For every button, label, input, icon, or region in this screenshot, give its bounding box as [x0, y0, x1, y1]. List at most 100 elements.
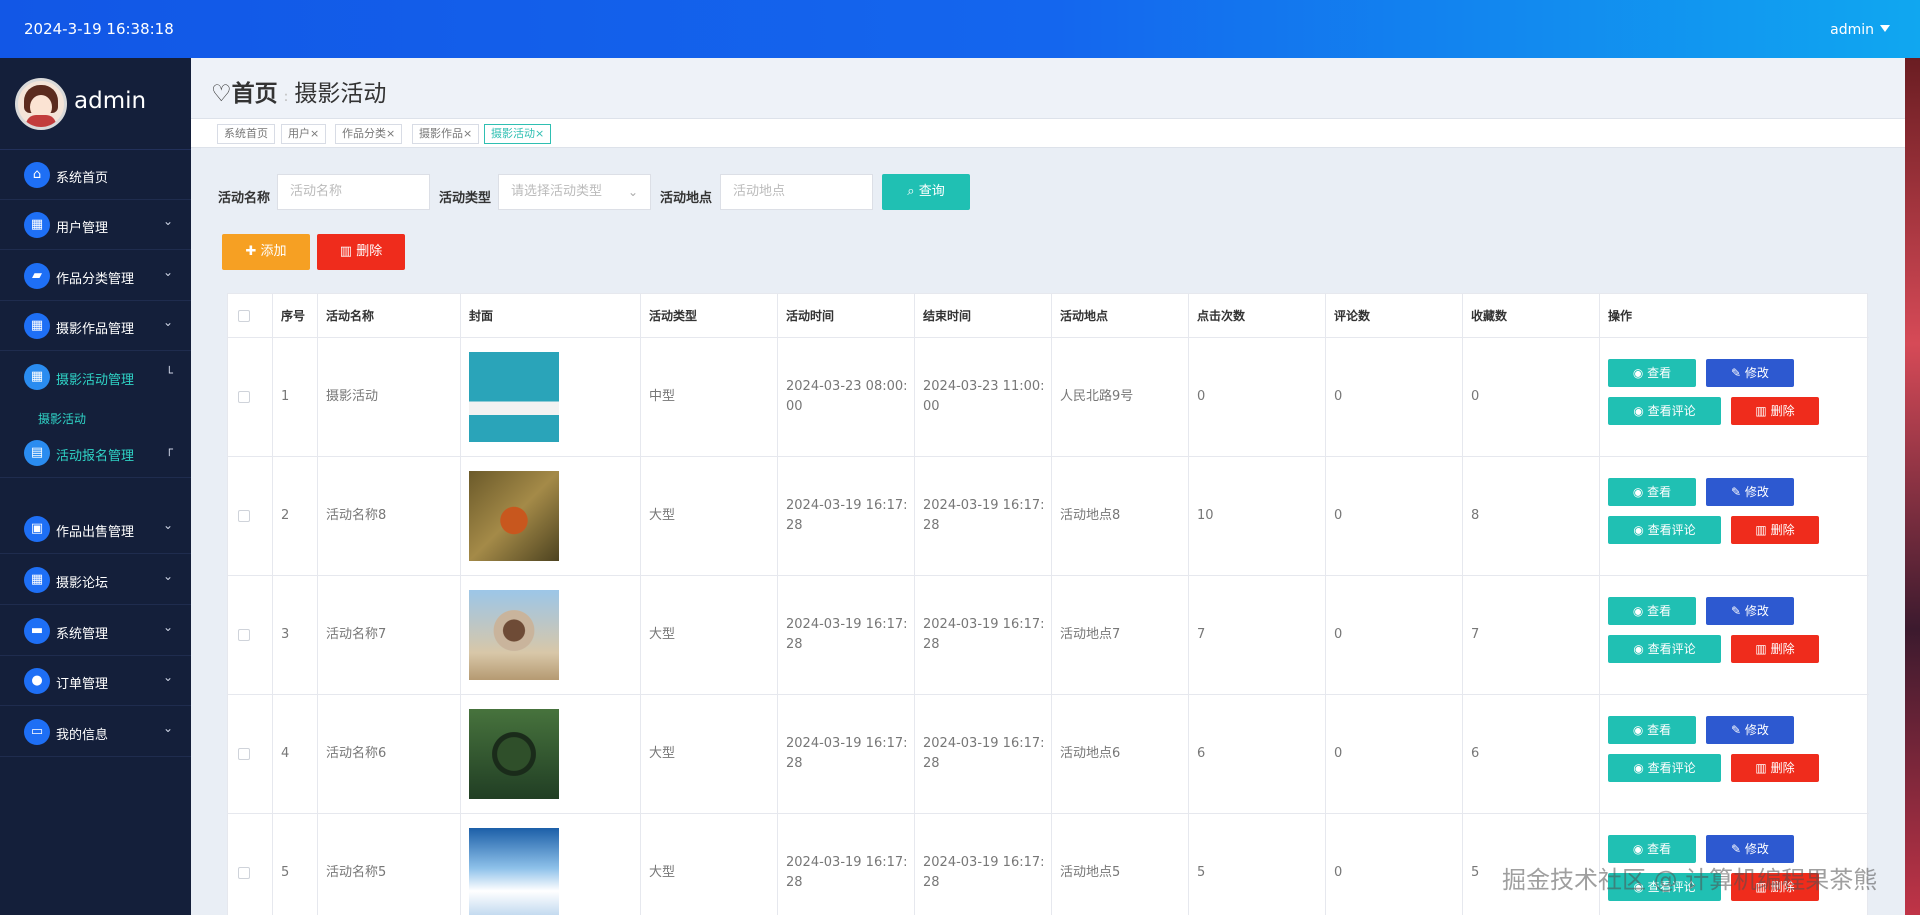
tab-0[interactable]: 系统首页: [217, 124, 275, 144]
cell-type: 中型: [641, 338, 778, 456]
sidebar-item-6[interactable]: ▣ 作品出售管理 ⌄: [0, 504, 191, 554]
breadcrumb-separator: :: [283, 89, 289, 105]
row-checkbox[interactable]: [238, 867, 250, 879]
cell-value: 2024-03-23 11:00:00: [923, 379, 1045, 414]
eye-icon: ◉: [1633, 761, 1648, 775]
home-icon: ⌂: [24, 162, 50, 188]
cell-location: 人民北路9号: [1052, 338, 1189, 456]
sidebar-item-7[interactable]: ▦ 摄影论坛 ⌄: [0, 555, 191, 605]
column-header: 活动时间: [778, 294, 915, 337]
cell-end: 2024-03-19 16:17:28: [915, 695, 1052, 813]
sidebar-item-1[interactable]: ▦ 用户管理 ⌄: [0, 200, 191, 250]
batch-delete-button[interactable]: ▥ 删除: [317, 234, 405, 270]
edit-button[interactable]: ✎ 修改: [1706, 478, 1794, 506]
sidebar-item-2[interactable]: ▰ 作品分类管理 ⌄: [0, 251, 191, 301]
plus-icon: ✚: [245, 244, 261, 259]
row-delete-button[interactable]: ▥ 删除: [1731, 516, 1819, 544]
tags-bar: 系统首页 用户× 作品分类× 摄影作品× 摄影活动×: [191, 118, 1920, 148]
select-all-cell: [228, 294, 273, 337]
cell-value: 8: [1471, 508, 1480, 523]
sidebar-item-9[interactable]: ● 订单管理 ⌄: [0, 656, 191, 706]
activity-name-input[interactable]: 活动名称: [277, 174, 430, 210]
view-comments-label: 查看评论: [1647, 404, 1696, 418]
activity-location-input[interactable]: 活动地点: [720, 174, 873, 210]
view-comments-button[interactable]: ◉ 查看评论: [1608, 397, 1721, 425]
row-delete-button[interactable]: ▥ 删除: [1731, 397, 1819, 425]
edit-button[interactable]: ✎ 修改: [1706, 835, 1794, 863]
category-icon: ▰: [24, 263, 50, 289]
query-button[interactable]: ⌕ 查询: [882, 174, 970, 210]
cell-name: 活动名称7: [318, 576, 461, 694]
sidebar-item-3[interactable]: ▦ 摄影作品管理 ⌄: [0, 301, 191, 351]
add-button-label: 添加: [260, 244, 287, 259]
sidebar-item-0[interactable]: ⌂ 系统首页: [0, 150, 191, 200]
view-button[interactable]: ◉ 查看: [1608, 359, 1696, 387]
cell-name: 活动名称5: [318, 814, 461, 915]
cell-clicks: 0: [1189, 338, 1326, 456]
tab-1[interactable]: 用户×: [281, 124, 327, 144]
row-checkbox[interactable]: [238, 510, 250, 522]
select-all-checkbox[interactable]: [238, 309, 250, 322]
sidebar-item-label: 作品分类管理: [56, 272, 135, 287]
tab-4[interactable]: 摄影活动×: [484, 124, 552, 144]
cell-start: 2024-03-19 16:17:28: [778, 576, 915, 694]
cell-value: 大型: [649, 746, 676, 761]
view-comments-button[interactable]: ◉ 查看评论: [1608, 635, 1721, 663]
row-delete-button[interactable]: ▥ 删除: [1731, 754, 1819, 782]
cell-no: 5: [273, 814, 318, 915]
user-menu[interactable]: admin: [1830, 22, 1890, 38]
sidebar-subitem-photo-activity[interactable]: 摄影活动: [38, 410, 86, 427]
tab-3[interactable]: 摄影作品×: [412, 124, 480, 144]
row-checkbox[interactable]: [238, 629, 250, 641]
table-row: 4 活动名称6 大型 2024-03-19 16:17:28 2024-03-19 16…: [228, 695, 1869, 814]
row-delete-label: 删除: [1770, 404, 1795, 418]
column-header: 点击次数: [1189, 294, 1326, 337]
table-row: 1 摄影活动 中型 2024-03-23 08:00:00 2024-03-23 11:…: [228, 338, 1869, 457]
cell-value: 5: [281, 865, 290, 880]
sidebar-item-4[interactable]: ▦ 摄影活动管理 └: [0, 352, 191, 402]
cell-type: 大型: [641, 576, 778, 694]
sidebar-item-8[interactable]: ▬ 系统管理 ⌄: [0, 606, 191, 656]
breadcrumb-home[interactable]: 首页: [232, 81, 278, 107]
cell-value: 活动地点8: [1060, 508, 1121, 523]
collapse-icon: └: [165, 366, 173, 380]
cell-comments: 0: [1326, 338, 1463, 456]
breadcrumb-current: 摄影活动: [294, 81, 387, 107]
row-checkbox[interactable]: [238, 391, 250, 403]
row-delete-button[interactable]: ▥ 删除: [1731, 635, 1819, 663]
view-button-label: 查看: [1647, 485, 1672, 499]
view-button[interactable]: ◉ 查看: [1608, 835, 1696, 863]
view-comments-button[interactable]: ◉ 查看评论: [1608, 754, 1721, 782]
edit-button[interactable]: ✎ 修改: [1706, 716, 1794, 744]
sidebar-item-5[interactable]: ▤ 活动报名管理 ┌: [0, 428, 191, 478]
cell-value: 2024-03-19 16:17:28: [786, 736, 908, 771]
add-button[interactable]: ✚ 添加: [222, 234, 310, 270]
sidebar-item-label: 摄影活动管理: [56, 373, 135, 388]
chevron-down-icon: ⌄: [162, 721, 173, 735]
view-button[interactable]: ◉ 查看: [1608, 716, 1696, 744]
row-checkbox[interactable]: [238, 748, 250, 760]
table-header: 序号 活动名称 封面 活动类型 活动时间 结束时间 活动地点 点击次数 评论数 收藏数 操作: [228, 294, 1869, 338]
sidebar-item-10[interactable]: ▭ 我的信息 ⌄: [0, 707, 191, 757]
cell-comments: 0: [1326, 576, 1463, 694]
edit-button[interactable]: ✎ 修改: [1706, 597, 1794, 625]
cell-value: 0: [1197, 389, 1206, 404]
tab-2[interactable]: 作品分类×: [335, 124, 403, 144]
activity-type-select[interactable]: 请选择活动类型 ⌄: [498, 174, 651, 210]
edit-button[interactable]: ✎ 修改: [1706, 359, 1794, 387]
column-header: 操作: [1608, 309, 1633, 323]
edit-icon: ✎: [1731, 366, 1745, 380]
view-button[interactable]: ◉ 查看: [1608, 597, 1696, 625]
view-comments-button[interactable]: ◉ 查看评论: [1608, 516, 1721, 544]
cover-cell: [461, 576, 641, 694]
cover-image: [469, 709, 559, 799]
column-header: 活动类型: [641, 294, 778, 337]
cell-value: 活动地点5: [1060, 865, 1121, 880]
cell-comments: 0: [1326, 457, 1463, 575]
cell-value: 2024-03-19 16:17:28: [923, 617, 1045, 652]
view-button[interactable]: ◉ 查看: [1608, 478, 1696, 506]
row-select-cell: [228, 576, 273, 694]
heart-icon: ♡: [211, 81, 232, 107]
cell-value: 2024-03-19 16:17:28: [923, 736, 1045, 771]
eye-icon: ◉: [1632, 842, 1648, 856]
